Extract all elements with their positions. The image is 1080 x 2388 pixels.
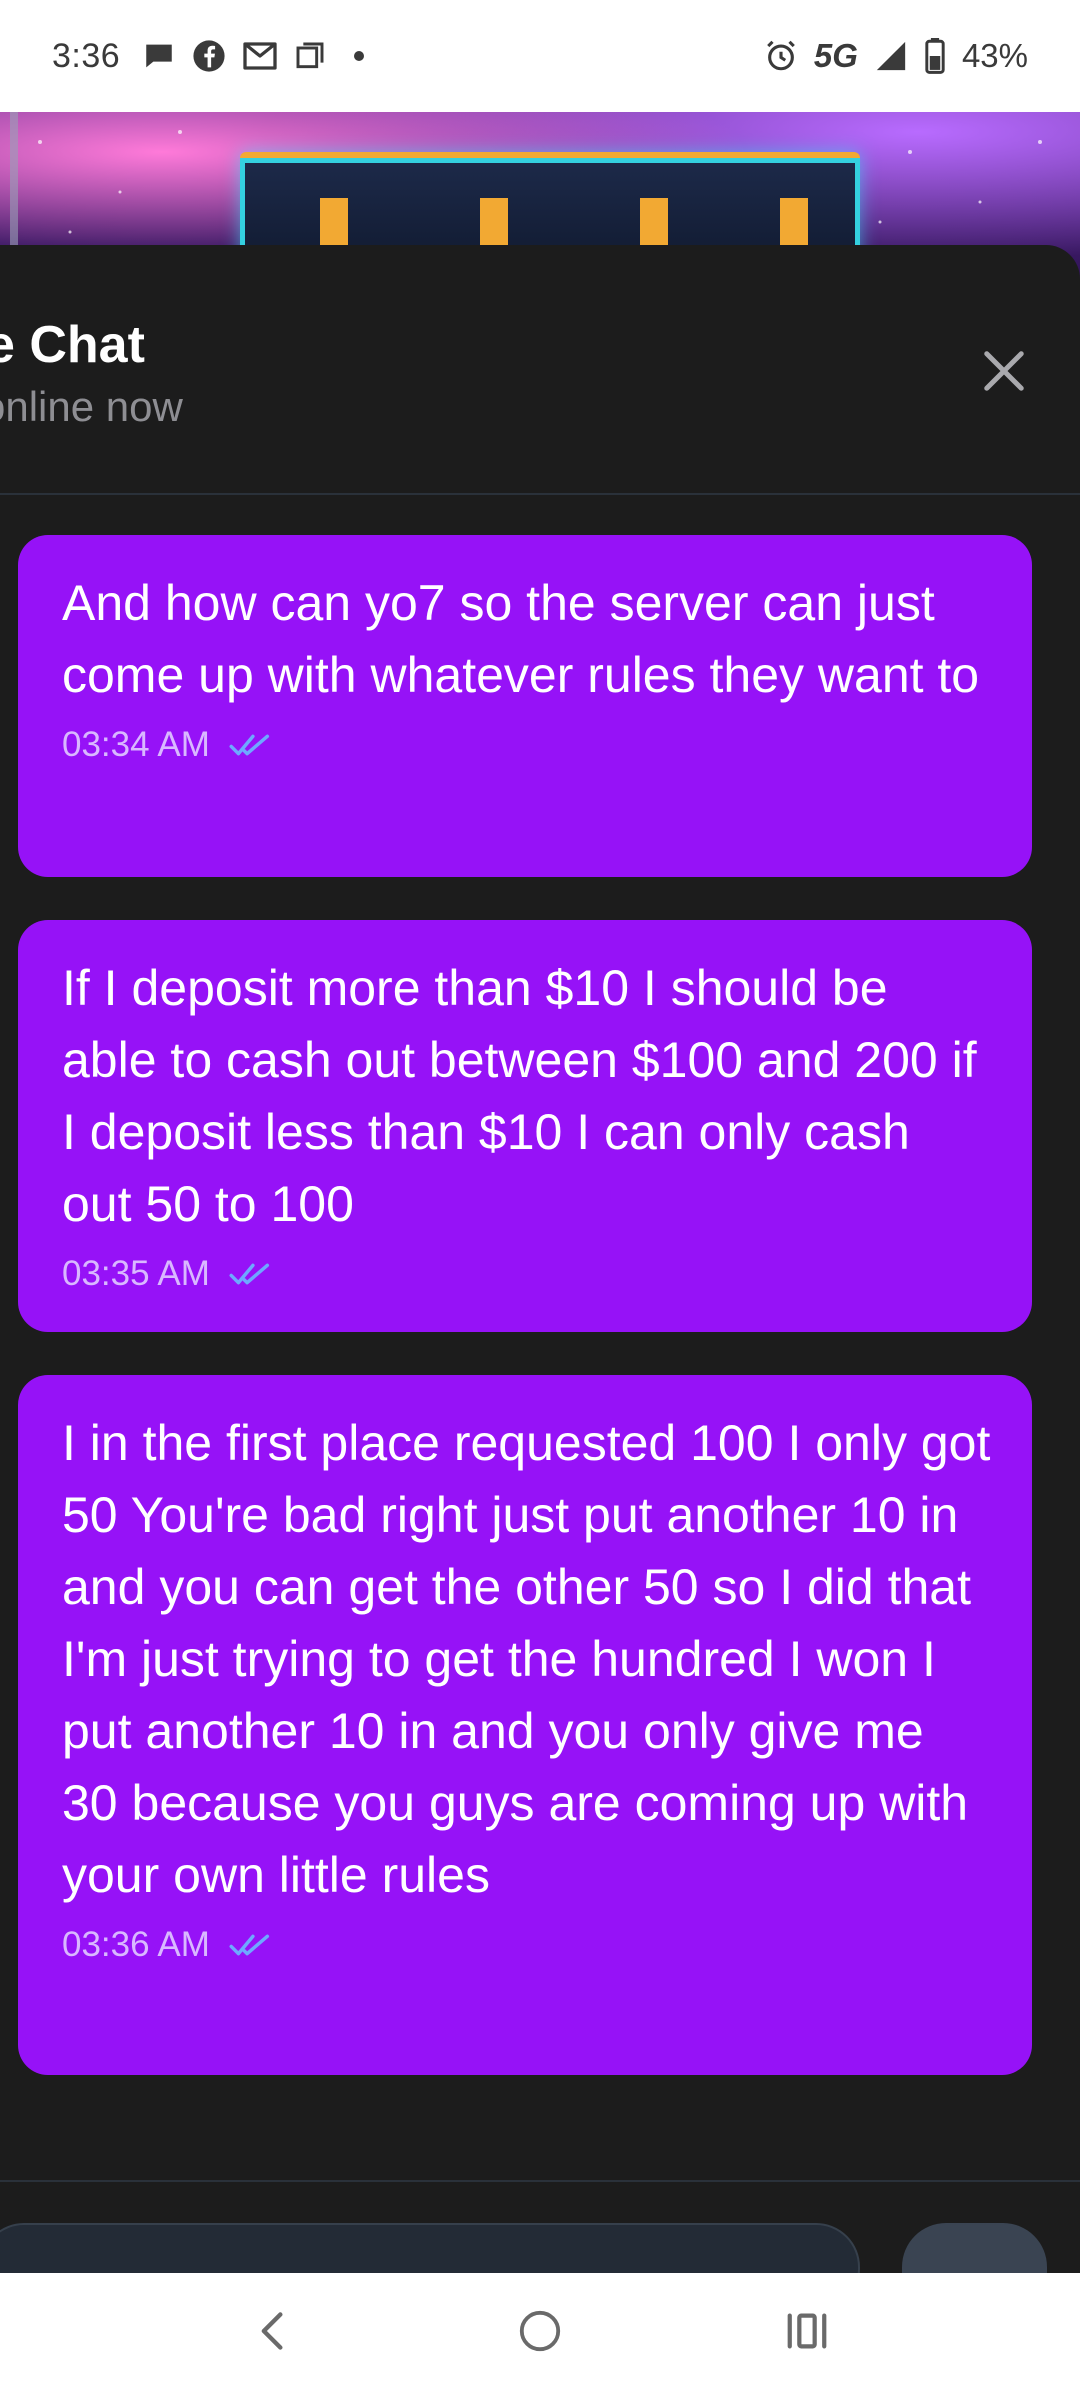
message-bubble[interactable]: I in the first place requested 100 I onl… (18, 1375, 1032, 2075)
status-time: 3:36 (52, 36, 121, 75)
close-icon (984, 351, 1024, 391)
recents-icon (787, 2313, 826, 2348)
home-circle-icon (519, 2310, 561, 2351)
message-text: I in the first place requested 100 I onl… (62, 1415, 991, 1903)
home-button[interactable] (500, 2291, 580, 2371)
status-bar: 3:36 5G 43% (0, 0, 1080, 112)
close-button[interactable] (978, 345, 1030, 397)
double-check-icon (228, 732, 272, 758)
double-check-icon (228, 1932, 272, 1958)
gmail-icon (242, 41, 278, 71)
screen: 3:36 5G 43% e Chat online now And how ca… (0, 0, 1080, 2388)
message-bubble[interactable]: And how can yo7 so the server can just c… (18, 535, 1032, 877)
dot-icon (354, 51, 365, 61)
message-bubble[interactable]: If I deposit more than $10 I should be a… (18, 920, 1032, 1332)
signal-icon (874, 39, 908, 73)
facebook-icon (192, 39, 226, 73)
chat-status: online now (0, 383, 183, 430)
battery-percent: 43% (961, 37, 1028, 74)
status-bar-left: 3:36 (52, 36, 365, 76)
alarm-icon (764, 39, 798, 73)
double-check-icon (228, 1261, 272, 1287)
chat-sheet: e Chat online now And how can yo7 so the… (0, 245, 1080, 2313)
composer-divider (0, 2180, 1080, 2182)
message-meta: 03:34 AM (62, 725, 992, 765)
message-text: And how can yo7 so the server can just c… (62, 575, 980, 703)
message-time: 03:35 AM (62, 1254, 210, 1293)
navigation-bar (0, 2273, 1080, 2388)
message-meta: 03:35 AM (62, 1254, 992, 1294)
status-bar-right: 5G 43% (764, 37, 1028, 75)
network-type: 5G (813, 37, 858, 74)
chat-bubble-icon (142, 39, 176, 73)
message-text: If I deposit more than $10 I should be a… (62, 960, 977, 1232)
back-button[interactable] (233, 2291, 313, 2371)
recents-button[interactable] (767, 2291, 847, 2371)
message-meta: 03:36 AM (62, 1925, 992, 1965)
message-time: 03:36 AM (62, 1925, 210, 1964)
back-chevron-icon (261, 2311, 283, 2350)
chat-header: e Chat online now (0, 245, 1080, 495)
chat-title: e Chat (0, 316, 145, 374)
battery-icon (924, 38, 946, 74)
message-time: 03:34 AM (62, 725, 210, 764)
square-icon (294, 40, 326, 72)
